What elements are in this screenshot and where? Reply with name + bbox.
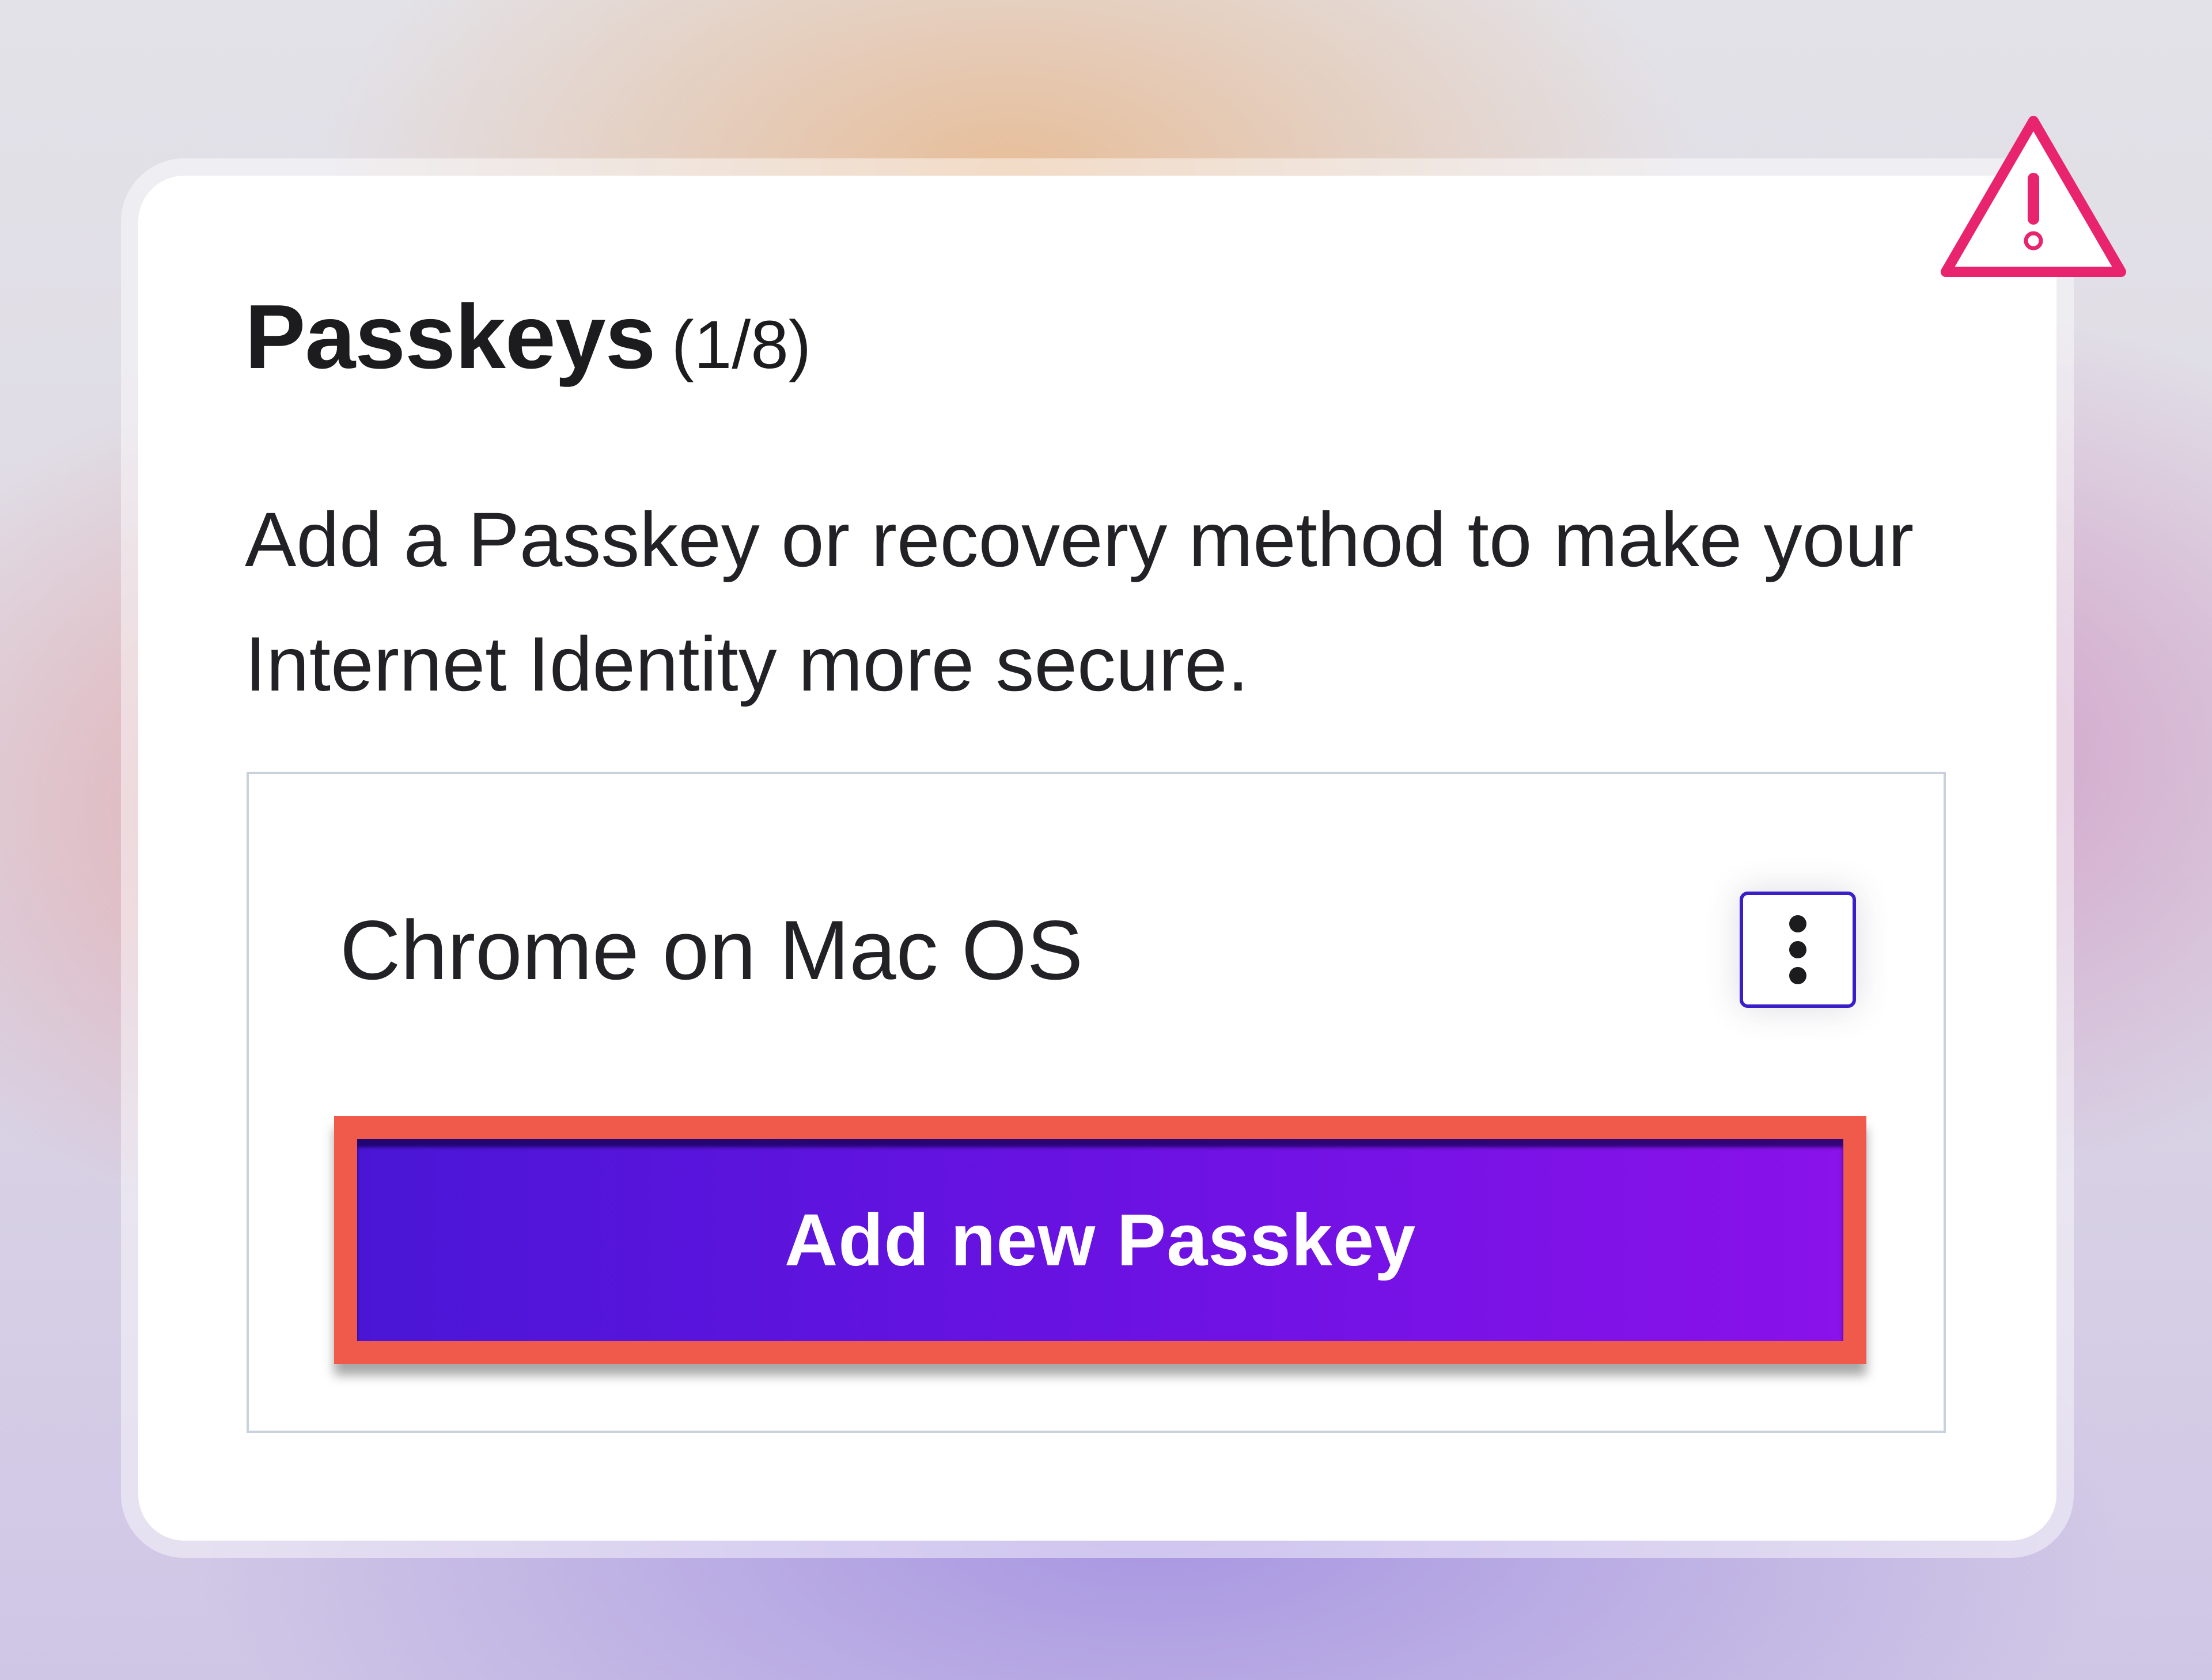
passkey-name: Chrome on Mac OS — [340, 903, 1084, 997]
warning-icon — [1936, 109, 2131, 288]
add-new-passkey-label: Add new Passkey — [784, 1199, 1416, 1281]
section-title: Passkeys — [245, 286, 656, 388]
section-description: Add a Passkey or recovery method to make… — [245, 497, 1914, 707]
passkey-options-button[interactable] — [1740, 892, 1856, 1008]
add-new-passkey-button[interactable]: Add new Passkey — [334, 1116, 1866, 1364]
vertical-ellipsis-icon — [1789, 915, 1806, 984]
passkey-count: (1/8) — [671, 307, 812, 383]
section-header: Passkeys (1/8) — [245, 285, 811, 389]
